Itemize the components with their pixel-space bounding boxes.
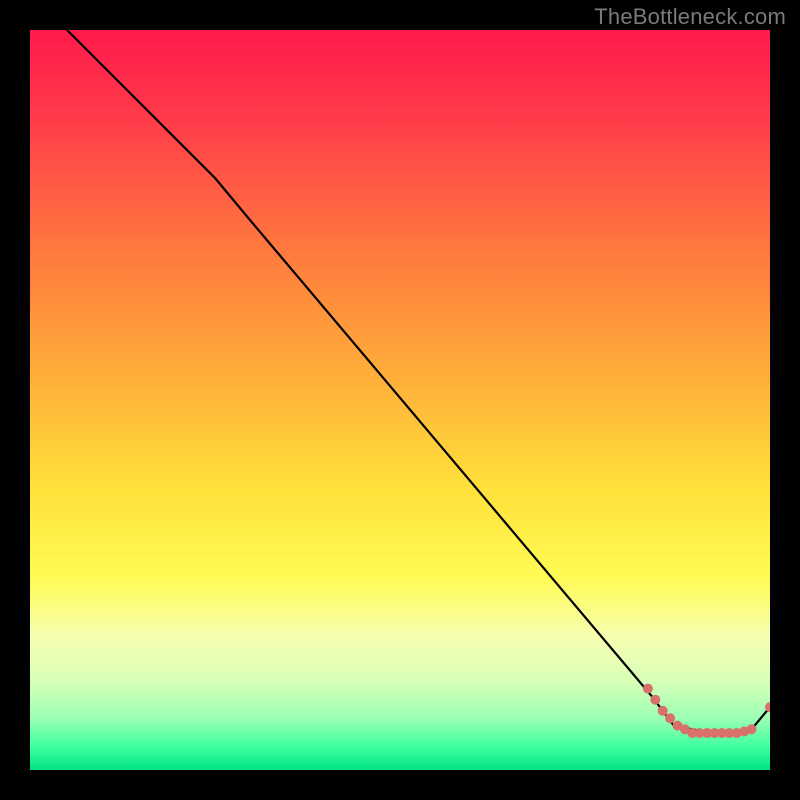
chart-plot-area <box>30 30 770 770</box>
chart-frame: TheBottleneck.com <box>0 0 800 800</box>
data-point <box>643 684 653 694</box>
data-point <box>658 706 668 716</box>
watermark-text: TheBottleneck.com <box>594 4 786 30</box>
data-point <box>650 695 660 705</box>
data-point <box>665 713 675 723</box>
gradient-background <box>30 30 770 770</box>
chart-svg <box>30 30 770 770</box>
data-point <box>747 724 757 734</box>
